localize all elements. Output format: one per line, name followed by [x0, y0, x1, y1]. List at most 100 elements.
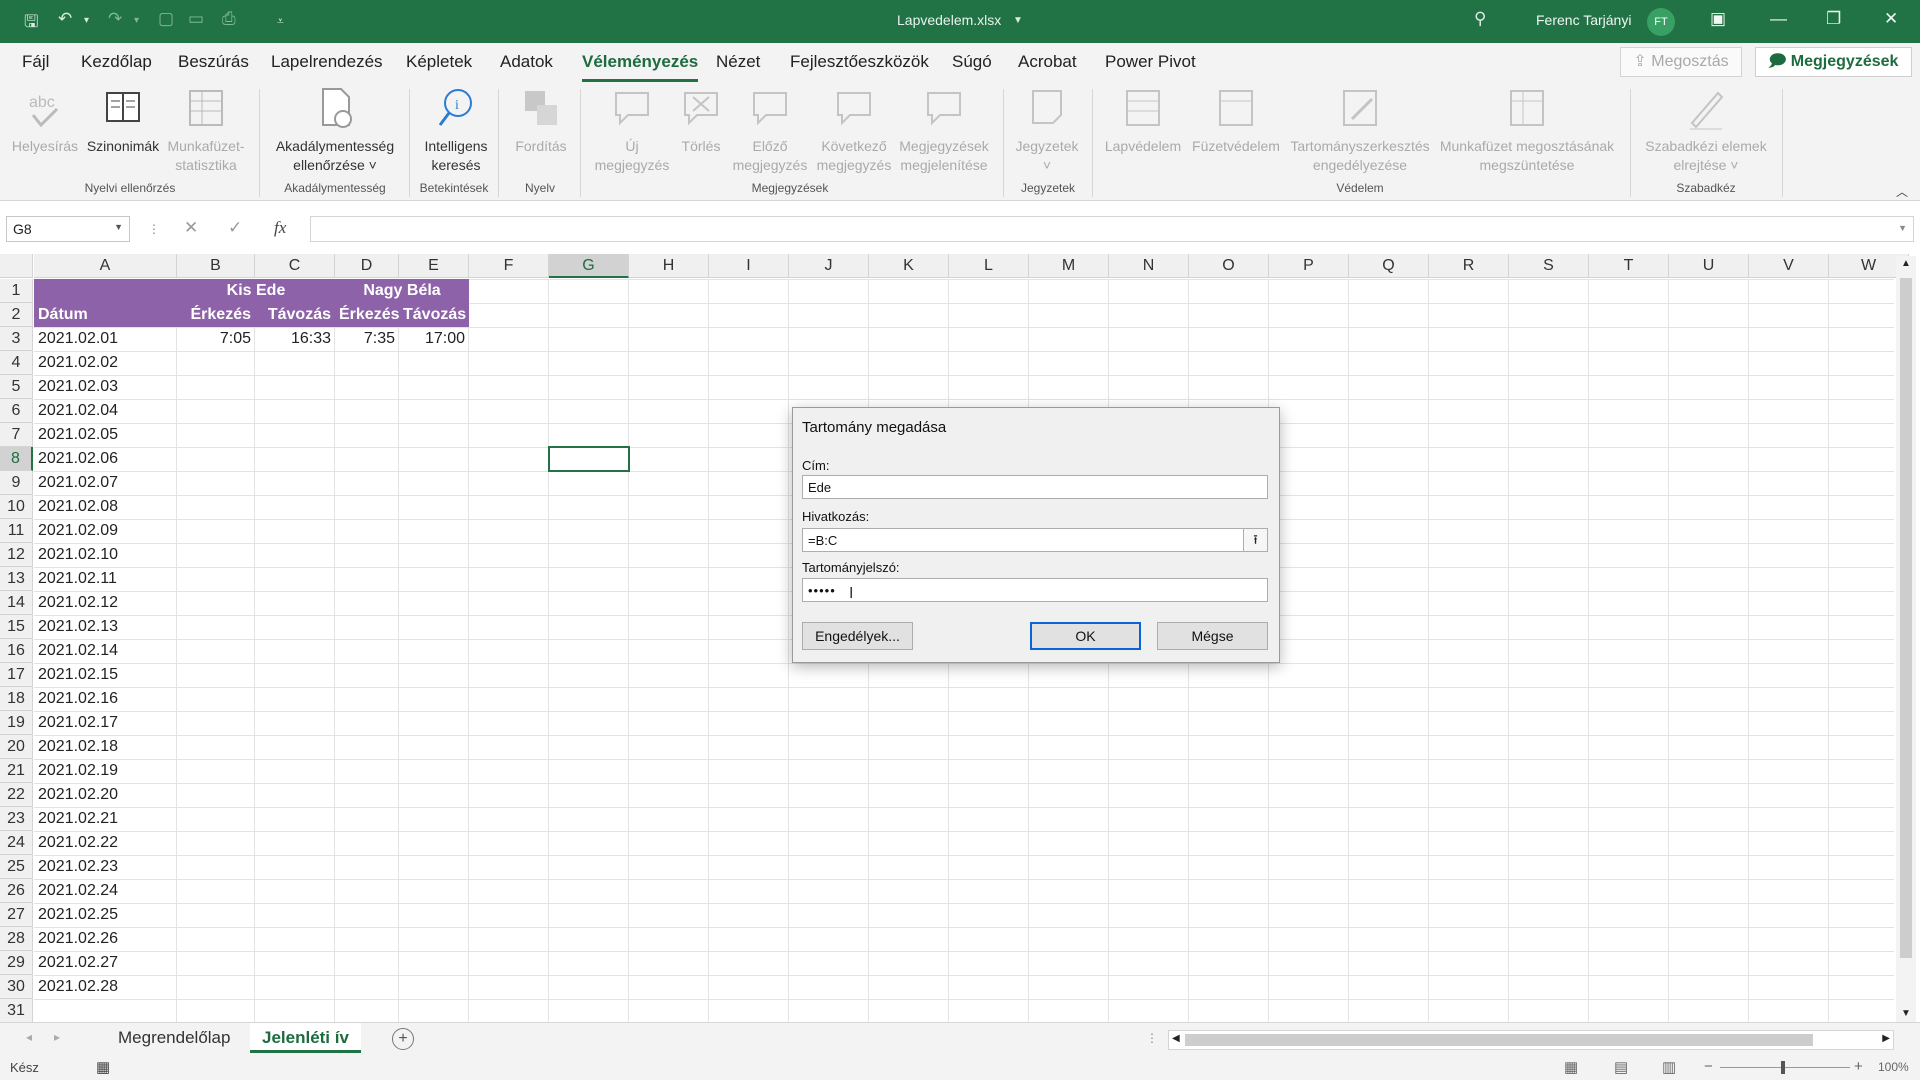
- avatar[interactable]: FT: [1647, 8, 1675, 36]
- formula-input[interactable]: ▼: [310, 216, 1914, 242]
- cancel-icon[interactable]: ✕: [184, 218, 198, 238]
- row-header[interactable]: 24: [0, 831, 33, 855]
- column-header[interactable]: P: [1269, 254, 1349, 278]
- column-header[interactable]: T: [1589, 254, 1669, 278]
- filename-dropdown-icon[interactable]: ▼: [1013, 15, 1023, 26]
- column-header[interactable]: I: [709, 254, 789, 278]
- row-header[interactable]: 21: [0, 759, 33, 783]
- row-header[interactable]: 23: [0, 807, 33, 831]
- delete-comment-button[interactable]: Törlés: [676, 85, 726, 156]
- share-button[interactable]: ⇪ Megosztás: [1620, 47, 1742, 77]
- page-layout-view-icon[interactable]: ▤: [1614, 1058, 1628, 1076]
- date-cell[interactable]: 2021.02.03: [34, 375, 177, 399]
- print-preview-icon[interactable]: ⎙: [222, 9, 236, 29]
- column-header[interactable]: C: [255, 254, 335, 278]
- unshare-workbook-button[interactable]: Munkafüzet megosztásának megszüntetése: [1434, 85, 1620, 175]
- enter-icon[interactable]: ✓: [228, 218, 242, 238]
- date-cell[interactable]: 2021.02.27: [34, 951, 177, 975]
- date-cell[interactable]: 2021.02.07: [34, 471, 177, 495]
- row-header[interactable]: 14: [0, 591, 33, 615]
- zoom-slider-thumb[interactable]: [1781, 1061, 1785, 1074]
- row-header[interactable]: 5: [0, 375, 33, 399]
- column-header[interactable]: E: [399, 254, 469, 278]
- new-file-icon[interactable]: ▢: [158, 9, 174, 29]
- column-header[interactable]: O: [1189, 254, 1269, 278]
- column-header[interactable]: H: [629, 254, 709, 278]
- row-header[interactable]: 31: [0, 999, 33, 1023]
- row-header[interactable]: 10: [0, 495, 33, 519]
- sheet-tab-jelenleti-iv[interactable]: Jelenléti ív: [250, 1023, 361, 1053]
- row-header[interactable]: 4: [0, 351, 33, 375]
- date-cell[interactable]: 2021.02.14: [34, 639, 177, 663]
- date-cell[interactable]: 2021.02.22: [34, 831, 177, 855]
- horizontal-scroll-thumb[interactable]: [1185, 1034, 1813, 1046]
- column-header[interactable]: B: [177, 254, 255, 278]
- row-header[interactable]: 28: [0, 927, 33, 951]
- next-sheet-icon[interactable]: ▸: [54, 1030, 60, 1044]
- open-file-icon[interactable]: ▭: [188, 9, 204, 29]
- page-break-view-icon[interactable]: ▥: [1662, 1058, 1676, 1076]
- row-header[interactable]: 8: [0, 447, 33, 471]
- tab-help[interactable]: Súgó: [952, 52, 992, 72]
- time-cell[interactable]: 7:05: [177, 327, 255, 351]
- date-cell[interactable]: 2021.02.26: [34, 927, 177, 951]
- select-all-corner[interactable]: [0, 254, 33, 278]
- customize-toolbar-icon[interactable]: ⩡: [277, 14, 284, 29]
- row-header[interactable]: 7: [0, 423, 33, 447]
- spelling-button[interactable]: abc Helyesírás: [10, 85, 80, 156]
- tab-data[interactable]: Adatok: [500, 52, 553, 72]
- row-header[interactable]: 18: [0, 687, 33, 711]
- row-header[interactable]: 9: [0, 471, 33, 495]
- date-cell[interactable]: 2021.02.06: [34, 447, 177, 471]
- header-cell-nagy-bela[interactable]: Nagy Béla: [335, 279, 469, 303]
- row-header[interactable]: 25: [0, 855, 33, 879]
- redo-icon[interactable]: ↷: [108, 9, 122, 29]
- save-icon[interactable]: 🖫: [24, 9, 38, 38]
- row-header[interactable]: 1: [0, 279, 33, 303]
- column-header[interactable]: K: [869, 254, 949, 278]
- horizontal-scrollbar[interactable]: ◀ ▶: [1168, 1030, 1894, 1050]
- subheader-cell[interactable]: Távozás: [255, 303, 335, 327]
- prev-sheet-icon[interactable]: ◂: [26, 1030, 32, 1044]
- date-cell[interactable]: 2021.02.01: [34, 327, 177, 351]
- undo-dropdown-icon[interactable]: ▾: [84, 15, 89, 26]
- column-header[interactable]: J: [789, 254, 869, 278]
- zoom-out-icon[interactable]: −: [1704, 1058, 1713, 1075]
- scroll-up-icon[interactable]: ▲: [1901, 258, 1911, 269]
- undo-icon[interactable]: ↶: [58, 9, 72, 29]
- date-cell[interactable]: 2021.02.17: [34, 711, 177, 735]
- restore-icon[interactable]: ❐: [1826, 9, 1841, 29]
- close-icon[interactable]: ✕: [1884, 9, 1898, 29]
- smart-lookup-button[interactable]: i Intelligens keresés: [416, 85, 496, 175]
- row-header[interactable]: 17: [0, 663, 33, 687]
- column-header[interactable]: S: [1509, 254, 1589, 278]
- tab-page-layout[interactable]: Lapelrendezés: [271, 52, 383, 72]
- search-icon[interactable]: ⚲: [1474, 9, 1486, 29]
- date-cell[interactable]: 2021.02.25: [34, 903, 177, 927]
- redo-dropdown-icon[interactable]: ▾: [134, 15, 139, 26]
- sheet-tab-megrendelolap[interactable]: Megrendelőlap: [106, 1023, 242, 1053]
- row-header[interactable]: 13: [0, 567, 33, 591]
- column-header[interactable]: D: [335, 254, 399, 278]
- subheader-cell[interactable]: Távozás: [399, 303, 469, 327]
- title-field[interactable]: Ede: [802, 475, 1268, 499]
- zoom-in-icon[interactable]: +: [1854, 1058, 1863, 1075]
- header-cell-empty[interactable]: [34, 279, 177, 303]
- time-cell[interactable]: 17:00: [399, 327, 469, 351]
- protect-sheet-button[interactable]: Lapvédelem: [1102, 85, 1184, 156]
- date-cell[interactable]: 2021.02.15: [34, 663, 177, 687]
- row-header[interactable]: 20: [0, 735, 33, 759]
- allow-edit-ranges-button[interactable]: Tartományszerkesztés engedélyezése: [1286, 85, 1434, 175]
- tab-formulas[interactable]: Képletek: [406, 52, 472, 72]
- hide-ink-button[interactable]: Szabadkézi elemek elrejtése ˅: [1636, 85, 1776, 175]
- column-header[interactable]: R: [1429, 254, 1509, 278]
- column-header[interactable]: V: [1749, 254, 1829, 278]
- column-header[interactable]: L: [949, 254, 1029, 278]
- zoom-level[interactable]: 100%: [1878, 1060, 1909, 1074]
- column-header[interactable]: A: [34, 254, 177, 278]
- tab-developer[interactable]: Fejlesztőeszközök: [790, 52, 929, 72]
- previous-comment-button[interactable]: Előző megjegyzés: [728, 85, 812, 175]
- column-header[interactable]: N: [1109, 254, 1189, 278]
- tab-view[interactable]: Nézet: [716, 52, 760, 72]
- subheader-cell[interactable]: Érkezés: [335, 303, 399, 327]
